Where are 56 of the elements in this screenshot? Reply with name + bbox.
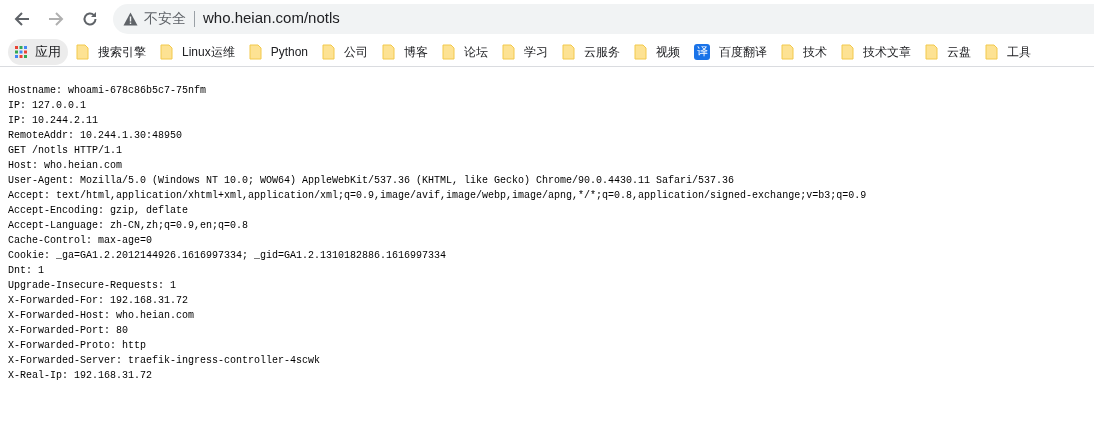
folder-icon [925, 43, 939, 60]
folder-icon [248, 43, 262, 60]
bookmark-item[interactable]: 工具 [979, 38, 1038, 65]
folder-icon [322, 43, 336, 60]
folder-icon [502, 43, 516, 60]
bookmark-item[interactable]: 公司 [316, 38, 375, 65]
bookmark-item[interactable]: 技术 [775, 38, 834, 65]
folder-icon [841, 43, 855, 60]
response-line: Upgrade-Insecure-Requests: 1 [8, 279, 177, 293]
reload-icon[interactable] [81, 9, 99, 28]
folder-icon [781, 43, 795, 60]
response-line: Accept-Encoding: gzip, deflate [8, 204, 189, 218]
response-line: IP: 127.0.0.1 [8, 99, 86, 113]
address-bar[interactable]: 不安全 who.heian.com/notls [113, 3, 1094, 34]
bookmark-item[interactable]: 云服务 [556, 38, 627, 65]
bookmark-item[interactable]: 译 百度翻译 [688, 38, 774, 65]
apps-grid-icon [15, 45, 27, 58]
response-line: Hostname: whoami-678c86b5c7-75nfm [8, 84, 207, 98]
bookmark-item[interactable]: 云盘 [919, 38, 978, 65]
response-line: GET /notls HTTP/1.1 [8, 144, 123, 158]
bookmark-item[interactable]: 博客 [376, 38, 435, 65]
bookmark-item[interactable]: 学习 [496, 38, 555, 65]
warning-icon [123, 11, 138, 26]
response-line: X-Forwarded-Proto: http [8, 339, 147, 353]
response-line: X-Forwarded-For: 192.168.31.72 [8, 294, 189, 308]
apps-button[interactable]: 应用 [8, 38, 68, 65]
translate-icon: 译 [694, 43, 711, 60]
url-text[interactable]: who.heian.com/notls [203, 7, 340, 30]
bookmark-item[interactable]: Python [242, 38, 315, 65]
response-line: X-Forwarded-Port: 80 [8, 324, 129, 338]
folder-icon [382, 43, 396, 60]
security-label[interactable]: 不安全 [144, 8, 186, 29]
response-line: Cookie: _ga=GA1.2.2012144926.1616997334; _gid=GA1.2.1310182886.1616997334 [8, 249, 447, 263]
folder-icon [634, 43, 648, 60]
bookmark-item[interactable]: 技术文章 [835, 38, 918, 65]
folder-icon [160, 43, 173, 60]
bookmark-item[interactable]: 论坛 [436, 38, 495, 65]
bookmark-item[interactable]: 搜索引擎 [70, 38, 152, 65]
folder-icon [562, 43, 576, 60]
back-icon[interactable] [13, 9, 31, 28]
response-line: X-Real-Ip: 192.168.31.72 [8, 369, 153, 383]
folder-icon [985, 43, 999, 60]
response-line: X-Forwarded-Host: who.heian.com [8, 309, 195, 323]
bookmark-item[interactable]: 视频 [628, 38, 687, 65]
response-line: Dnt: 1 [8, 264, 44, 278]
response-line: Accept-Language: zh-CN,zh;q=0.9,en;q=0.8 [8, 219, 249, 233]
bookmark-item[interactable]: Linux运维 [154, 38, 241, 65]
response-line: Accept: text/html,application/xhtml+xml,application/xml;q=0.9,image/avif,image/webp,image/apng,*/*;q=0.8,application/signed-exchange;v=b3;q=0.9 [8, 189, 867, 203]
response-line: User-Agent: Mozilla/5.0 (Windows NT 10.0; WOW64) AppleWebKit/537.36 (KHTML, like Gecko) Chrome/90.0.4430.11 Safari/537.36 [8, 174, 735, 188]
response-line: Cache-Control: max-age=0 [8, 234, 153, 248]
response-line: X-Forwarded-Server: traefik-ingress-controller-4scwk [8, 354, 321, 368]
response-line: IP: 10.244.2.11 [8, 114, 98, 128]
response-line: RemoteAddr: 10.244.1.30:48950 [8, 129, 183, 143]
response-line: Host: who.heian.com [8, 159, 123, 173]
folder-icon [442, 43, 456, 60]
folder-icon [76, 43, 89, 60]
